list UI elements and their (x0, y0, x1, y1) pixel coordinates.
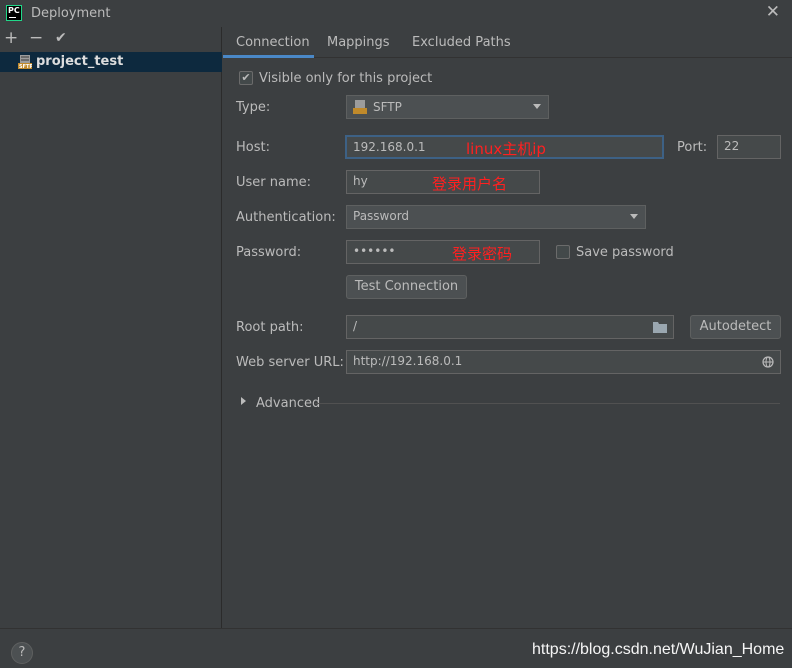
root-path-input[interactable]: / (346, 315, 674, 339)
close-icon[interactable]: ✕ (766, 2, 780, 22)
pycharm-logo-icon: PC (6, 5, 22, 21)
server-list-toolbar: + − ✔ (0, 27, 221, 51)
tab-bar: Connection Mappings Excluded Paths (223, 27, 792, 58)
advanced-divider (315, 403, 780, 404)
window-title: Deployment (31, 6, 111, 21)
port-value: 22 (724, 139, 740, 153)
help-button[interactable]: ? (11, 642, 33, 664)
chevron-down-icon (533, 104, 541, 109)
globe-icon[interactable] (762, 356, 774, 368)
save-password-label: Save password (576, 245, 674, 260)
password-annotation: 登录密码 (452, 245, 513, 263)
authentication-value: Password (353, 209, 410, 223)
web-server-url-value: http://192.168.0.1 (353, 354, 463, 368)
expand-arrow-icon[interactable] (241, 397, 246, 405)
user-name-label: User name: (236, 175, 312, 190)
bottom-bar: ? https://blog.csdn.net/WuJian_Home (0, 628, 792, 668)
type-value: SFTP (373, 100, 402, 114)
password-value: •••••• (353, 244, 396, 258)
web-server-url-input[interactable]: http://192.168.0.1 (346, 350, 781, 374)
root-path-label: Root path: (236, 320, 304, 335)
svg-text:SFTP: SFTP (19, 64, 32, 69)
type-select[interactable]: SFTP (346, 95, 549, 119)
host-label: Host: (236, 140, 270, 155)
root-path-value: / (353, 319, 358, 333)
user-name-value: hy (353, 174, 368, 188)
password-label: Password: (236, 245, 302, 260)
server-name: project_test (36, 54, 124, 69)
web-server-url-label: Web server URL: (236, 355, 344, 370)
authentication-label: Authentication: (236, 210, 336, 225)
add-server-icon[interactable]: + (4, 28, 18, 48)
chevron-down-icon (630, 214, 638, 219)
set-default-icon[interactable]: ✔ (55, 30, 67, 46)
port-input[interactable]: 22 (717, 135, 781, 159)
sftp-type-icon (353, 100, 367, 114)
server-item-project-test[interactable]: SFTP project_test (0, 52, 222, 72)
authentication-select[interactable]: Password (346, 205, 646, 229)
advanced-section-label[interactable]: Advanced (256, 396, 320, 411)
watermark-text: https://blog.csdn.net/WuJian_Home (532, 641, 785, 658)
port-label: Port: (677, 140, 708, 155)
server-list-pane: + − ✔ SFTP project_test (0, 27, 222, 628)
tab-mappings[interactable]: Mappings (327, 35, 390, 50)
remove-server-icon[interactable]: − (29, 28, 43, 48)
host-annotation: linux主机ip (466, 140, 546, 158)
title-bar: PC Deployment ✕ (0, 0, 792, 27)
save-password-checkbox[interactable] (556, 245, 570, 259)
user-annotation: 登录用户名 (432, 175, 508, 193)
test-connection-button[interactable]: Test Connection (346, 275, 467, 299)
active-tab-indicator (223, 55, 314, 58)
autodetect-button[interactable]: Autodetect (690, 315, 781, 339)
tab-connection[interactable]: Connection (236, 35, 310, 50)
folder-icon[interactable] (653, 321, 667, 333)
type-label: Type: (236, 100, 271, 115)
host-value: 192.168.0.1 (353, 140, 426, 154)
tab-excluded-paths[interactable]: Excluded Paths (412, 35, 511, 50)
sftp-server-icon: SFTP (18, 55, 32, 69)
visible-only-checkbox[interactable]: ✔ (239, 71, 253, 85)
visible-only-label: Visible only for this project (259, 71, 433, 86)
